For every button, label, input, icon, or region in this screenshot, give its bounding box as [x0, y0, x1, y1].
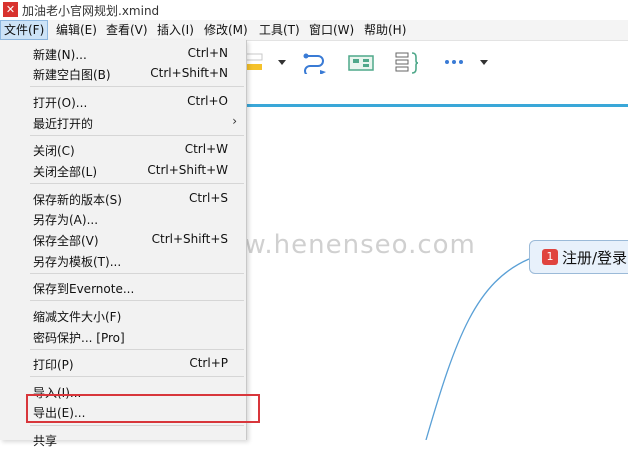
- file-menu-dropdown: 新建(N)... Ctrl+N 新建空白图(B) Ctrl+Shift+N 打开…: [0, 40, 247, 448]
- menu-item-label: 另存为模板(T)...: [33, 255, 122, 269]
- menu-item-label: 密码保护... [Pro]: [33, 331, 125, 345]
- menu-modify[interactable]: 修改(M): [201, 20, 251, 40]
- menu-file[interactable]: 文件(F): [0, 20, 49, 40]
- chevron-down-icon[interactable]: [276, 50, 288, 74]
- menu-item-label: 打开(O)...: [33, 96, 88, 110]
- menu-item-label: 关闭全部(L): [33, 165, 98, 179]
- menu-item-print[interactable]: 打印(P) Ctrl+P: [0, 353, 246, 373]
- chevron-right-icon: ›: [232, 114, 237, 128]
- menu-item-save-as[interactable]: 另存为(A)...: [0, 208, 246, 228]
- menu-separator: [30, 376, 244, 377]
- menu-separator: [30, 273, 244, 274]
- menu-item-recent[interactable]: 最近打开的 ›: [0, 112, 246, 132]
- menu-item-label: 缩减文件大小(F): [33, 310, 122, 324]
- summary-icon[interactable]: [346, 50, 376, 74]
- menu-item-shortcut: Ctrl+O: [187, 94, 228, 108]
- menu-item-label: 共享: [33, 434, 58, 448]
- menu-separator: [30, 300, 244, 301]
- menu-view[interactable]: 查看(V): [103, 20, 151, 40]
- chevron-down-icon[interactable]: [478, 50, 490, 74]
- relationship-icon[interactable]: [302, 50, 328, 74]
- xmind-logo-icon: ✕: [3, 2, 18, 17]
- boundary-icon[interactable]: [394, 50, 420, 74]
- priority-badge: 1: [542, 249, 558, 265]
- export-highlight-annotation: [26, 394, 260, 423]
- menu-insert[interactable]: 插入(I): [154, 20, 197, 40]
- more-icon[interactable]: [442, 50, 466, 74]
- style-icon[interactable]: [246, 50, 266, 74]
- menu-item-new-blank[interactable]: 新建空白图(B) Ctrl+Shift+N: [0, 63, 246, 83]
- menu-tools[interactable]: 工具(T): [256, 20, 303, 40]
- menu-item-new[interactable]: 新建(N)... Ctrl+N: [0, 43, 246, 63]
- menu-item-share[interactable]: 共享: [0, 429, 246, 449]
- menu-item-shortcut: Ctrl+N: [187, 46, 228, 60]
- menu-separator: [30, 425, 244, 426]
- menu-item-save-new-version[interactable]: 保存新的版本(S) Ctrl+S: [0, 188, 246, 208]
- menu-item-close[interactable]: 关闭(C) Ctrl+W: [0, 139, 246, 159]
- menu-item-shortcut: Ctrl+W: [184, 142, 228, 156]
- title-bar: ✕ 加油老小官网规划.xmind: [0, 0, 628, 20]
- menu-separator: [30, 135, 244, 136]
- menu-item-save-as-template[interactable]: 另存为模板(T)...: [0, 250, 246, 270]
- menu-item-shortcut: Ctrl+P: [189, 356, 228, 370]
- menu-item-label: 另存为(A)...: [33, 213, 99, 227]
- menu-item-open[interactable]: 打开(O)... Ctrl+O: [0, 91, 246, 111]
- menu-item-password[interactable]: 密码保护... [Pro]: [0, 326, 246, 346]
- window-title: 加油老小官网规划.xmind: [22, 4, 160, 18]
- menu-item-shortcut: Ctrl+Shift+W: [147, 163, 228, 177]
- topic-label: 注册/登录: [562, 249, 628, 267]
- menu-item-save-evernote[interactable]: 保存到Evernote...: [0, 277, 246, 297]
- toolbar: [246, 41, 628, 104]
- menu-separator: [30, 349, 244, 350]
- menu-item-save-all[interactable]: 保存全部(V) Ctrl+Shift+S: [0, 229, 246, 249]
- menu-bar: 文件(F) 编辑(E) 查看(V) 插入(I) 修改(M) 工具(T) 窗口(W…: [0, 20, 628, 41]
- menu-item-label: 保存到Evernote...: [33, 282, 135, 296]
- menu-item-label: 打印(P): [33, 358, 74, 372]
- menu-item-reduce-size[interactable]: 缩减文件大小(F): [0, 305, 246, 325]
- menu-item-shortcut: Ctrl+Shift+S: [151, 232, 228, 246]
- menu-item-close-all[interactable]: 关闭全部(L) Ctrl+Shift+W: [0, 160, 246, 180]
- menu-separator: [30, 183, 244, 184]
- menu-separator: [30, 86, 244, 87]
- menu-item-label: 最近打开的: [33, 117, 94, 131]
- menu-edit[interactable]: 编辑(E): [53, 20, 100, 40]
- menu-help[interactable]: 帮助(H): [361, 20, 409, 40]
- menu-item-shortcut: Ctrl+Shift+N: [150, 66, 228, 80]
- menu-item-label: 新建空白图(B): [33, 68, 111, 82]
- menu-item-label: 新建(N)...: [33, 48, 87, 62]
- menu-item-shortcut: Ctrl+S: [188, 191, 228, 205]
- topic-node[interactable]: 1 注册/登录: [529, 240, 628, 274]
- menu-item-label: 保存全部(V): [33, 234, 99, 248]
- menu-window[interactable]: 窗口(W): [306, 20, 357, 40]
- menu-item-label: 关闭(C): [33, 144, 75, 158]
- menu-item-label: 保存新的版本(S): [33, 193, 122, 207]
